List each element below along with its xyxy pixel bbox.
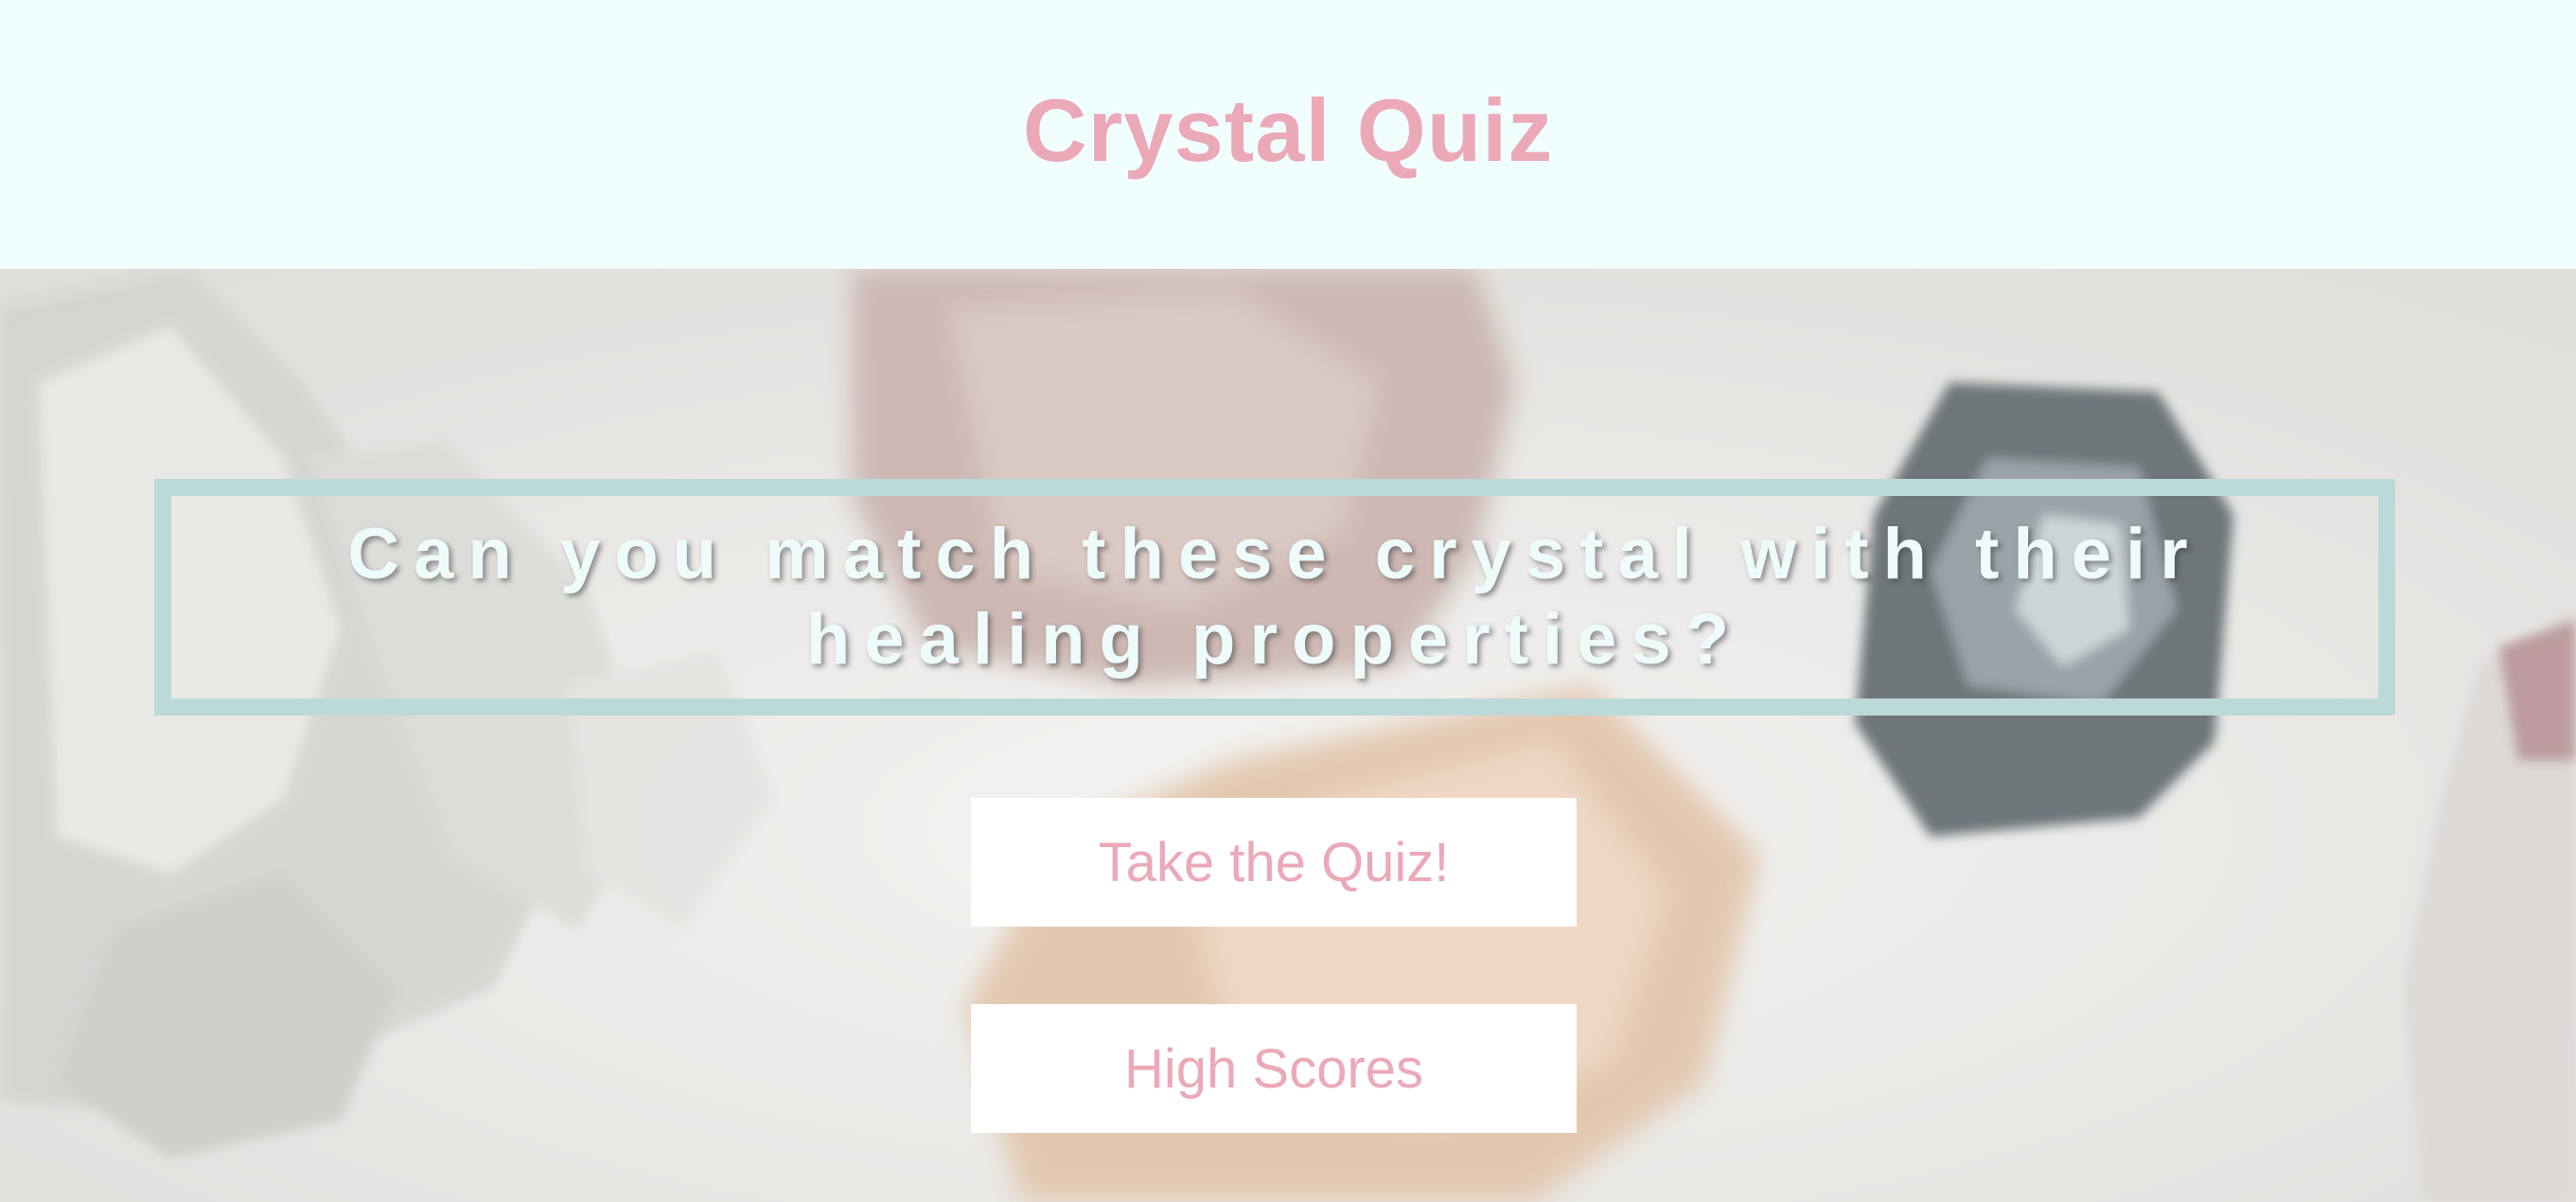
tagline-frame: Can you match these crystal with their h… xyxy=(154,479,2395,716)
take-quiz-button[interactable]: Take the Quiz! xyxy=(971,798,1577,927)
hero-section: Can you match these crystal with their h… xyxy=(0,269,2576,1202)
page: Crystal Quiz Can you match these crystal… xyxy=(0,0,2576,1202)
tagline: Can you match these crystal with their h… xyxy=(347,514,2202,680)
high-scores-button[interactable]: High Scores xyxy=(971,1004,1577,1133)
site-header: Crystal Quiz xyxy=(0,0,2576,269)
site-title: Crystal Quiz xyxy=(1022,80,1554,180)
